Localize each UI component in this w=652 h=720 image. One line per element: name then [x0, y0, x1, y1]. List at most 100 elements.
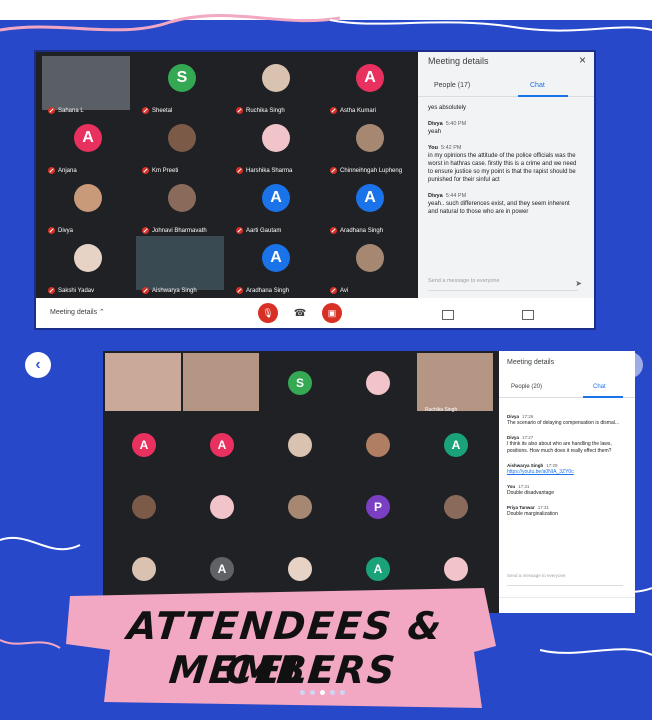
- avatar-letter: P: [366, 495, 390, 519]
- participant-video: [105, 353, 181, 411]
- carousel-dot[interactable]: [300, 690, 305, 695]
- send-icon[interactable]: ➤: [575, 279, 582, 288]
- participant-name-label: Ruchika Singh: [425, 407, 458, 413]
- mic-muted-icon: [142, 227, 149, 234]
- participant-tile: S: [261, 353, 339, 415]
- participant-tile: Johnavi Bharmavath: [134, 176, 228, 236]
- participant-tile: [105, 477, 183, 539]
- chat-text: yes absolutely: [428, 105, 467, 111]
- chat-sender: Divya 5:44 PM: [428, 192, 580, 200]
- top-strip: [0, 0, 652, 20]
- participant-tile: Km Preeti: [134, 116, 228, 176]
- tab-people[interactable]: People (17): [434, 82, 470, 89]
- mic-muted-icon: [236, 107, 243, 114]
- participant-name: Aishwarya Singh: [142, 287, 197, 294]
- carousel-dots: [300, 690, 345, 695]
- previous-slide-icon[interactable]: ‹: [25, 352, 51, 378]
- chat-input[interactable]: Send a message to everyone: [428, 278, 578, 291]
- participant-tile: [339, 415, 417, 477]
- participant-name: Avi: [330, 287, 348, 294]
- participant-tile: [105, 353, 183, 415]
- chat-message: Priya Tanwar 17:31 Double marginalization: [507, 504, 631, 518]
- chat-time: 17:29: [546, 463, 558, 468]
- participant-name: Aarti Gautam: [236, 227, 281, 234]
- chat-messages-2: Divya 17:26 The scenario of delaying compe…: [507, 413, 631, 525]
- participant-name-label: Km Preeti: [152, 167, 179, 174]
- avatar-letter: A: [366, 557, 390, 581]
- participant-tile: A: [183, 415, 261, 477]
- mic-muted-icon: [48, 107, 55, 114]
- participant-grid: Sahana L S Sheetal Ruchika Singh A Astha Kuma…: [36, 52, 418, 298]
- tab-chat[interactable]: Chat: [530, 82, 545, 89]
- tab-chat-2[interactable]: Chat: [593, 384, 606, 390]
- present-icon[interactable]: [522, 310, 534, 320]
- mic-muted-icon: [330, 287, 337, 294]
- participant-tile: [417, 477, 495, 539]
- participant-tile: Ruchika Singh: [417, 353, 495, 415]
- mic-muted-icon: [48, 167, 55, 174]
- avatar-letter: A: [132, 433, 156, 457]
- avatar-photo: [356, 124, 384, 152]
- meeting-details-label: Meeting details: [50, 309, 98, 316]
- carousel-dot[interactable]: [330, 690, 335, 695]
- tab-people-2[interactable]: People (20): [511, 384, 542, 390]
- next-slide-icon[interactable]: ›: [617, 352, 643, 378]
- banner-line-2: MEMBERS: [167, 648, 399, 692]
- captions-icon[interactable]: [442, 310, 454, 320]
- chat-time: 5:44 PM: [445, 193, 467, 199]
- participant-name-label: Chinneihngah Lupheng: [340, 167, 403, 174]
- avatar-photo: [444, 495, 468, 519]
- mic-muted-icon: [48, 227, 55, 234]
- chat-text: yeah.. such differences exist, and they …: [428, 201, 570, 215]
- chat-time: 5:40 PM: [445, 121, 467, 127]
- chat-text: I think its also about who are handling …: [507, 441, 612, 454]
- chat-link[interactable]: https://youtu.be/a0NIA_3ZY0c: [507, 469, 631, 476]
- chat-message: yes absolutely: [428, 104, 580, 112]
- chat-time: 5:42 PM: [440, 145, 462, 151]
- chat-message: Aishwarya Singh 17:29 https://youtu.be/a0N…: [507, 462, 631, 476]
- avatar-photo: [262, 64, 290, 92]
- chat-text: yeah: [428, 129, 442, 135]
- participant-video: [183, 353, 259, 411]
- chat-time: 17:31: [537, 505, 549, 510]
- participant-tile: [183, 353, 261, 415]
- avatar-photo: [168, 184, 196, 212]
- chat-sender-name: Divya: [428, 121, 443, 127]
- chat-message: Divya 17:27 I think its also about who are…: [507, 434, 631, 455]
- camera-off-icon[interactable]: ▣: [322, 303, 342, 323]
- meeting-controls-bar: Meeting details ⌃ 🎙 ☎ ▣: [36, 298, 594, 328]
- meeting-details-button[interactable]: Meeting details ⌃: [50, 308, 105, 316]
- chat-sender: Divya 5:40 PM: [428, 120, 580, 128]
- meet-screenshot-1: Sahana L S Sheetal Ruchika Singh A Astha Kuma…: [36, 52, 594, 328]
- end-call-icon[interactable]: ☎: [290, 303, 310, 323]
- carousel-dot[interactable]: [320, 690, 325, 695]
- mic-off-icon[interactable]: 🎙: [258, 303, 278, 323]
- chat-sender: You 17:31: [507, 483, 631, 490]
- avatar-photo: [366, 371, 390, 395]
- carousel-dot[interactable]: [340, 690, 345, 695]
- avatar-photo: [132, 557, 156, 581]
- chat-text: in my opinions the attitude of the polic…: [428, 153, 577, 183]
- participant-tile: A Aarti Gautam: [228, 176, 322, 236]
- chat-messages: yes absolutely Divya 5:40 PM yeah You 5:42 PM…: [428, 104, 580, 224]
- participant-name-label: Aradhana Singh: [246, 287, 290, 294]
- active-tab-indicator-2: [583, 396, 623, 398]
- carousel-dot[interactable]: [310, 690, 315, 695]
- chat-message: You 17:31 Double disadvantage: [507, 483, 631, 497]
- avatar-photo: [262, 124, 290, 152]
- chat-sender-name: You: [507, 484, 516, 489]
- close-icon[interactable]: ×: [579, 53, 586, 67]
- panel-tabs: People (17) Chat: [418, 78, 594, 97]
- chat-sender: Aishwarya Singh 17:29: [507, 462, 631, 469]
- participant-name-label: Sakshi Yadav: [58, 287, 95, 294]
- participant-tile: [339, 353, 417, 415]
- participant-name-label: Divya: [58, 227, 74, 234]
- participant-tile: Avi: [322, 236, 416, 296]
- chat-sender-name: Divya: [428, 193, 443, 199]
- chat-input-2[interactable]: Send a message to everyone: [507, 573, 623, 586]
- participant-name-label: Harshika Sharma: [246, 167, 293, 174]
- participant-tile: P: [339, 477, 417, 539]
- meeting-details-panel: Meeting details × People (17) Chat yes a…: [418, 52, 594, 298]
- avatar-letter: S: [168, 64, 196, 92]
- chat-time: 17:27: [522, 435, 534, 440]
